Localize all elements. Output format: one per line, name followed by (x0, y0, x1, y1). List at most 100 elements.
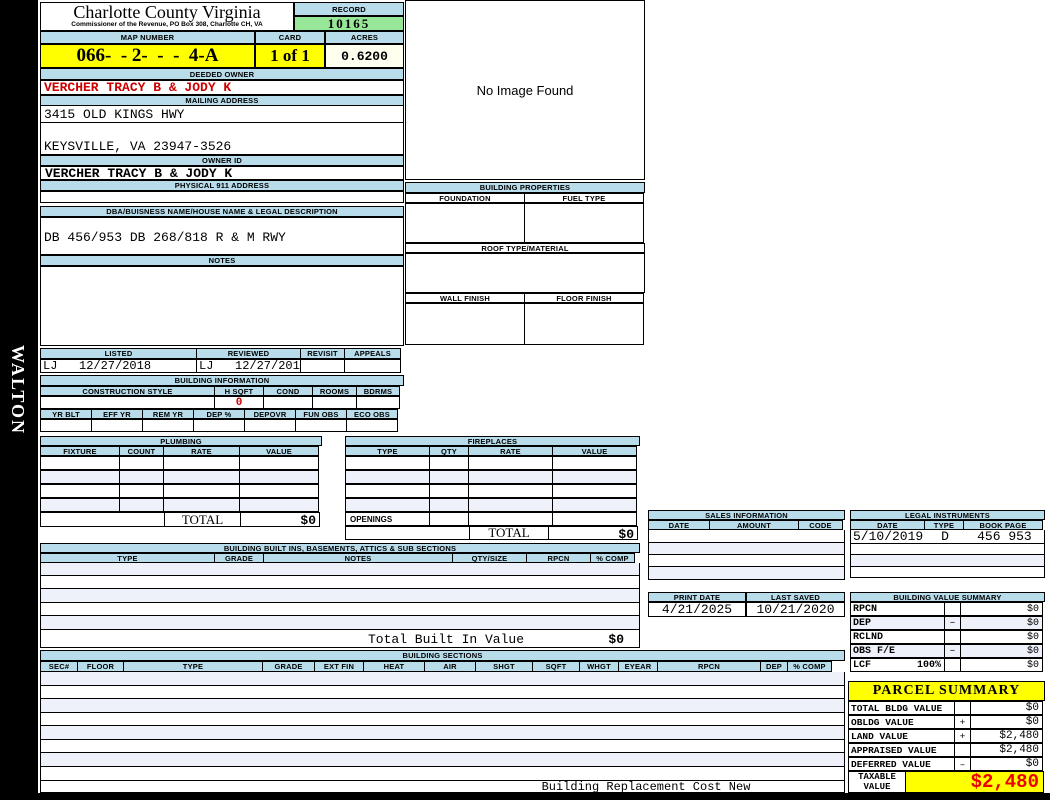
col-notes: NOTES (263, 553, 453, 563)
built-ins-title: BUILDING BUILT INS, BASEMENTS, ATTICS & … (40, 543, 640, 553)
col-count: COUNT (119, 446, 164, 456)
county-subtitle: Commissioner of the Revenue, PO Box 308,… (71, 21, 263, 28)
building-info-cols1: CONSTRUCTION STYLE H SQFT COND ROOMS BDR… (40, 386, 404, 396)
county-title: Charlotte County Virginia (73, 2, 261, 22)
fireplaces-total-value: $0 (548, 526, 638, 542)
table-row (40, 470, 322, 484)
ps-op (954, 701, 971, 715)
deeded-owner-label: DEEDED OWNER (40, 68, 404, 80)
last-saved-value: 10/21/2020 (746, 602, 845, 617)
bvs-label-lcf: LCF 100% (850, 658, 945, 672)
map-number-value: 066- - 2- - - 4-A (40, 44, 255, 68)
table-row (345, 498, 640, 512)
table-row (345, 456, 640, 470)
review-value-row: LJ 12/27/2018 LJ 12/27/2018 (40, 359, 404, 373)
table-row (648, 530, 845, 543)
building-value-summary-rows: RPCN $0 DEP – $0 RCLND $0 OBS F/E – $0 L… (850, 602, 1045, 672)
col-fixture: FIXTURE (40, 446, 120, 456)
col-eyear: EYEAR (618, 661, 658, 672)
plumbing-title: PLUMBING (40, 436, 322, 446)
table-row (850, 567, 1045, 578)
built-ins-total-value: $0 (608, 632, 624, 647)
parcel-summary-title: PARCEL SUMMARY (848, 681, 1045, 701)
bvs-label: DEP (850, 616, 945, 630)
col-pct-comp: % COMP (590, 553, 635, 563)
taxable-value: $2,480 (905, 771, 1044, 793)
card-label: CARD (255, 31, 325, 44)
plumbing-total-row: TOTAL $0 (40, 512, 322, 528)
table-row: OBLDG VALUE + $0 (848, 715, 1045, 729)
bvs-op (944, 602, 961, 616)
bdrms-value (356, 396, 400, 409)
col-rem-yr: REM YR (142, 409, 194, 419)
ps-label: OBLDG VALUE (848, 715, 955, 729)
table-row (648, 543, 845, 555)
table-row (40, 699, 845, 713)
table-row (40, 498, 322, 512)
appeals-label: APPEALS (344, 348, 401, 359)
building-sections-footer: Building Replacement Cost New (40, 780, 845, 794)
building-info-title: BUILDING INFORMATION (40, 375, 404, 386)
col-rooms: ROOMS (312, 386, 357, 396)
roof-value (405, 253, 645, 293)
col-type: TYPE (40, 553, 215, 563)
bvs-value: $0 (960, 630, 1043, 644)
photo-panel: No Image Found (405, 0, 645, 180)
plumbing-total-value: $0 (240, 512, 320, 528)
plumbing-total-label: TOTAL (164, 512, 241, 527)
sales-rows (648, 530, 845, 580)
table-row (40, 563, 640, 576)
table-row (40, 484, 322, 498)
mailing-address-line1: 3415 OLD KINGS HWY (40, 106, 404, 123)
ps-op: + (954, 729, 971, 743)
deeded-owner-value: VERCHER TRACY B & JODY K (40, 80, 404, 95)
fireplaces-cols: TYPE QTY RATE VALUE (345, 446, 640, 456)
revisit-value (300, 359, 345, 373)
table-row (345, 470, 640, 484)
col-qty: QTY (429, 446, 469, 456)
table-row (40, 589, 640, 603)
building-sections-cols: SEC# FLOOR TYPE GRADE EXT FIN HEAT AIR S… (40, 661, 845, 672)
col-whgt: WHGT (579, 661, 619, 672)
ps-value: $0 (970, 701, 1043, 715)
table-row (40, 456, 322, 470)
col-eco-obs: ECO OBS (346, 409, 398, 419)
col-value: VALUE (552, 446, 637, 456)
bvs-value: $0 (960, 602, 1043, 616)
reviewed-value: LJ 12/27/2018 (196, 359, 307, 373)
building-properties-title: BUILDING PROPERTIES (405, 182, 645, 193)
table-row: DEP – $0 (850, 616, 1045, 630)
building-info-cols2: YR BLT EFF YR REM YR DEP % DEPOVR FUN OB… (40, 409, 404, 419)
fireplaces-title: FIREPLACES (345, 436, 640, 446)
col-pct-comp: % COMP (787, 661, 832, 672)
bp-values-row1 (405, 203, 645, 243)
bvs-op (944, 658, 961, 672)
lcf-label: LCF (853, 659, 872, 671)
building-sections-title: BUILDING SECTIONS (40, 650, 845, 661)
legal-description: DB 456/953 DB 268/818 R & M RWY (40, 217, 404, 255)
col-yr-blt: YR BLT (40, 409, 92, 419)
col-h-sqft: H SQFT (214, 386, 264, 396)
col-air: AIR (424, 661, 476, 672)
revisit-label: REVISIT (300, 348, 345, 359)
print-date-label: PRINT DATE (648, 592, 746, 602)
taxable-value-row: TAXABLE VALUE $2,480 (848, 771, 1045, 793)
h-sqft-value: 0 (214, 396, 264, 409)
physical-address-value (40, 191, 404, 203)
listed-label: LISTED (40, 348, 197, 359)
legal-book-page: 456 953 (977, 529, 1032, 544)
fireplaces-rows (345, 456, 640, 512)
fireplaces-total-label: TOTAL (469, 525, 549, 540)
col-amount: AMOUNT (709, 520, 799, 530)
ps-value: $2,480 (970, 729, 1043, 743)
building-value-summary-title: BUILDING VALUE SUMMARY (850, 592, 1045, 602)
ps-op: + (954, 715, 971, 729)
col-heat: HEAT (363, 661, 425, 672)
roof-label: ROOF TYPE/MATERIAL (405, 243, 645, 253)
ps-op: – (954, 757, 971, 771)
foundation-label: FOUNDATION (405, 193, 525, 203)
ps-label: APPRAISED VALUE (848, 743, 955, 757)
record-label: RECORD (294, 2, 404, 16)
bvs-op: – (944, 644, 961, 658)
bvs-label: RPCN (850, 602, 945, 616)
